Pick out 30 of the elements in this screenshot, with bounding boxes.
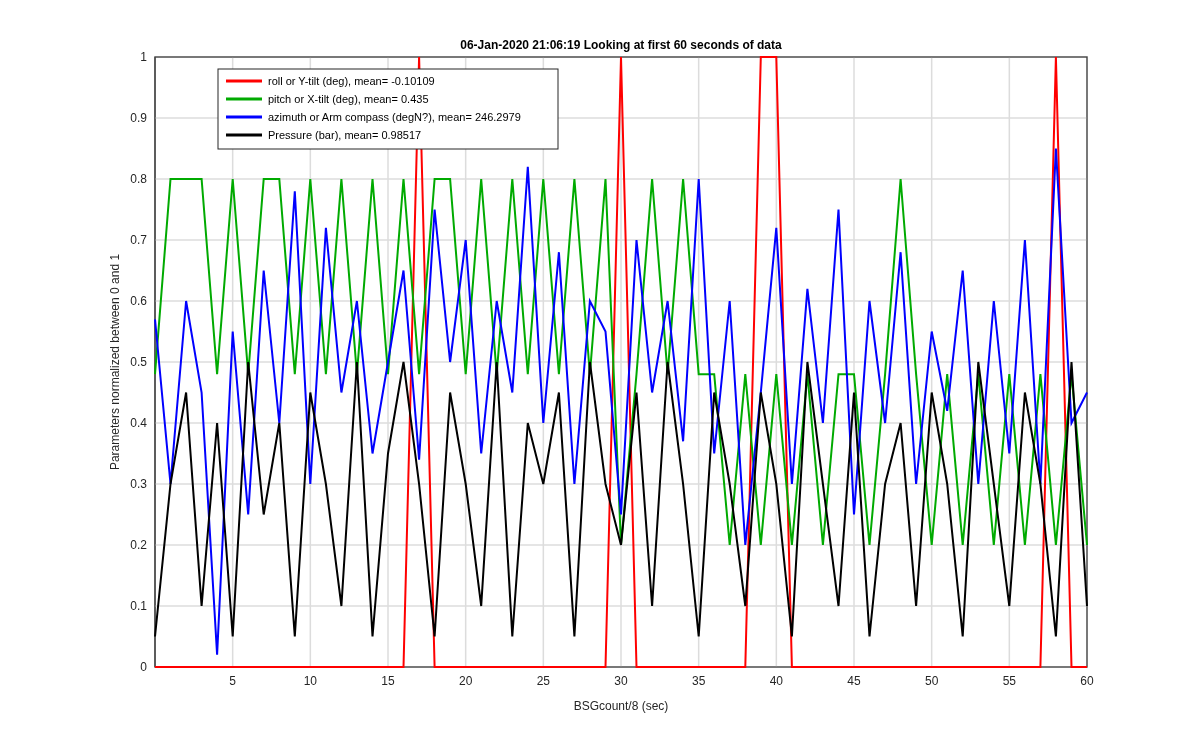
y-tick-label: 0.1: [130, 599, 147, 613]
x-tick-label: 30: [614, 674, 628, 688]
y-tick-label: 0.9: [130, 111, 147, 125]
x-tick-label: 45: [847, 674, 861, 688]
y-tick-label: 0: [140, 660, 147, 674]
x-tick-label: 60: [1080, 674, 1094, 688]
y-tick-label: 0.5: [130, 355, 147, 369]
x-tick-label: 10: [303, 674, 317, 688]
x-tick-label: 25: [536, 674, 550, 688]
y-tick-label: 0.2: [130, 538, 147, 552]
x-tick-label: 50: [925, 674, 939, 688]
legend-label: pitch or X-tilt (deg), mean= 0.435: [268, 93, 429, 105]
legend-label: roll or Y-tilt (deg), mean= -0.10109: [268, 75, 435, 87]
x-tick-label: 40: [769, 674, 783, 688]
y-tick-label: 0.3: [130, 477, 147, 491]
chart-title: 06-Jan-2020 21:06:19 Looking at first 60 seconds of data: [460, 38, 782, 52]
y-tick-label: 0.4: [130, 416, 147, 430]
legend-label: Pressure (bar), mean= 0.98517: [268, 129, 422, 141]
x-tick-label: 55: [1002, 674, 1016, 688]
x-tick-label: 15: [381, 674, 395, 688]
legend-label: azimuth or Arm compass (degN?), mean= 246.2979: [268, 111, 521, 123]
y-axis-label: Parameters normalized between 0 and 1: [108, 253, 122, 471]
x-tick-label: 20: [459, 674, 473, 688]
y-tick-label: 0.7: [130, 233, 147, 247]
x-axis-label: BSGcount/8 (sec): [573, 699, 669, 713]
y-tick-label: 1: [140, 50, 147, 64]
y-tick-label: 0.6: [130, 294, 147, 308]
x-tick-label: 5: [229, 674, 236, 688]
y-tick-label: 0.8: [130, 172, 147, 186]
x-tick-label: 35: [692, 674, 706, 688]
